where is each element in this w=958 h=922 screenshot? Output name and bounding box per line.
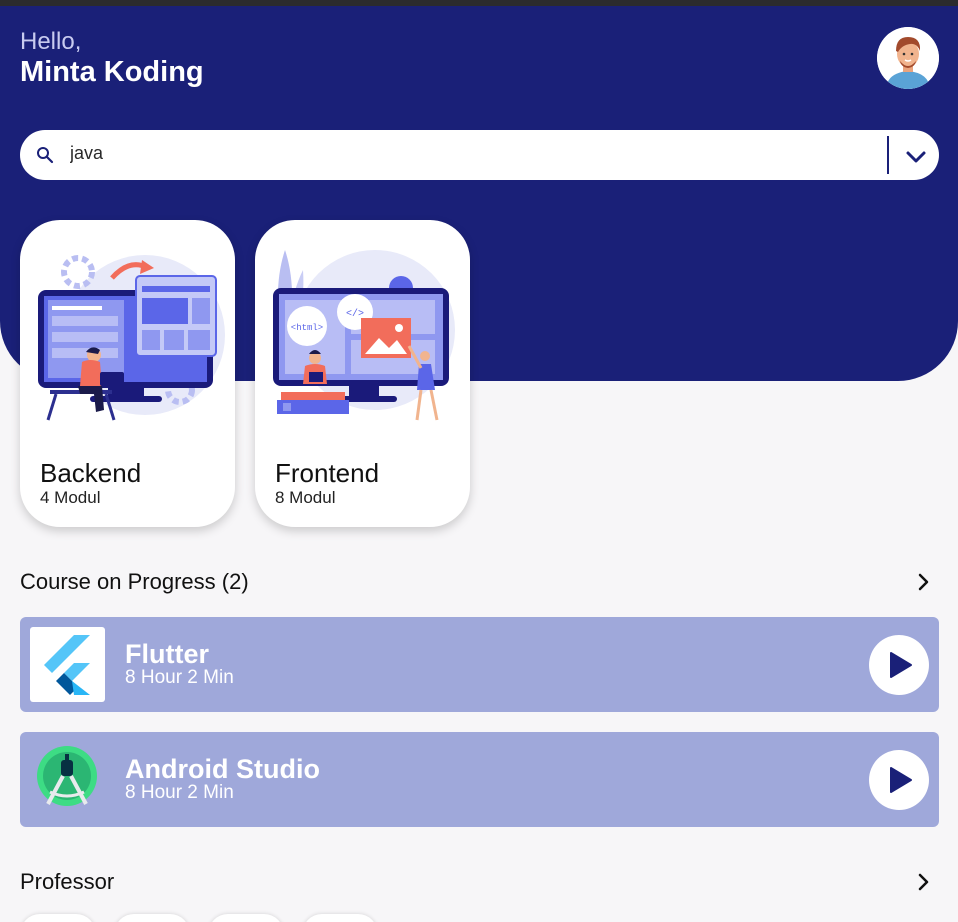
backend-illustration bbox=[38, 255, 225, 421]
professor-avatar[interactable] bbox=[302, 914, 378, 922]
android-studio-icon bbox=[37, 746, 97, 806]
category-card-backend[interactable]: Backend 4 Modul bbox=[20, 220, 235, 527]
avatar-icon bbox=[877, 27, 939, 89]
professor-section-title: Professor bbox=[20, 869, 115, 894]
course-item-flutter[interactable]: Flutter 8 Hour 2 Min bbox=[20, 617, 939, 712]
course-name: Android Studio bbox=[125, 754, 320, 784]
chevron-right-icon bbox=[918, 873, 929, 891]
category-module-count: 4 Modul bbox=[40, 488, 101, 507]
progress-see-all-button[interactable] bbox=[912, 571, 934, 593]
android-studio-logo bbox=[30, 742, 105, 817]
course-duration: 8 Hour 2 Min bbox=[125, 782, 234, 803]
category-module-count: 8 Modul bbox=[275, 488, 336, 507]
search-filter-dropdown[interactable] bbox=[900, 142, 932, 170]
play-button[interactable] bbox=[869, 635, 929, 695]
progress-section-title: Course on Progress (2) bbox=[20, 569, 249, 594]
category-title: Backend bbox=[40, 458, 142, 488]
username-text: Minta Koding bbox=[20, 56, 204, 88]
course-name: Flutter bbox=[125, 639, 209, 669]
professor-avatar[interactable] bbox=[208, 914, 284, 922]
play-icon bbox=[890, 767, 912, 793]
professor-avatar[interactable] bbox=[114, 914, 190, 922]
greeting-text: Hello, bbox=[20, 28, 82, 55]
chevron-right-icon bbox=[918, 573, 929, 591]
professor-avatar[interactable] bbox=[20, 914, 96, 922]
search-divider bbox=[887, 136, 889, 174]
flutter-icon bbox=[30, 627, 105, 702]
search-bar bbox=[20, 130, 939, 180]
chevron-down-icon bbox=[906, 151, 926, 163]
frontend-illustration: <html> </> bbox=[273, 250, 455, 421]
avatar[interactable] bbox=[877, 27, 939, 89]
course-duration: 8 Hour 2 Min bbox=[125, 667, 234, 688]
search-input[interactable] bbox=[70, 138, 870, 168]
course-item-android-studio[interactable]: Android Studio 8 Hour 2 Min bbox=[20, 732, 939, 827]
html-tag-label: <html> bbox=[291, 323, 323, 333]
play-icon bbox=[890, 652, 912, 678]
professor-see-all-button[interactable] bbox=[912, 871, 934, 893]
category-title: Frontend bbox=[275, 458, 380, 488]
search-icon bbox=[37, 147, 54, 164]
category-card-frontend[interactable]: <html> </> Frontend 8 Modul bbox=[255, 220, 470, 527]
flutter-logo bbox=[30, 627, 105, 702]
play-button[interactable] bbox=[869, 750, 929, 810]
